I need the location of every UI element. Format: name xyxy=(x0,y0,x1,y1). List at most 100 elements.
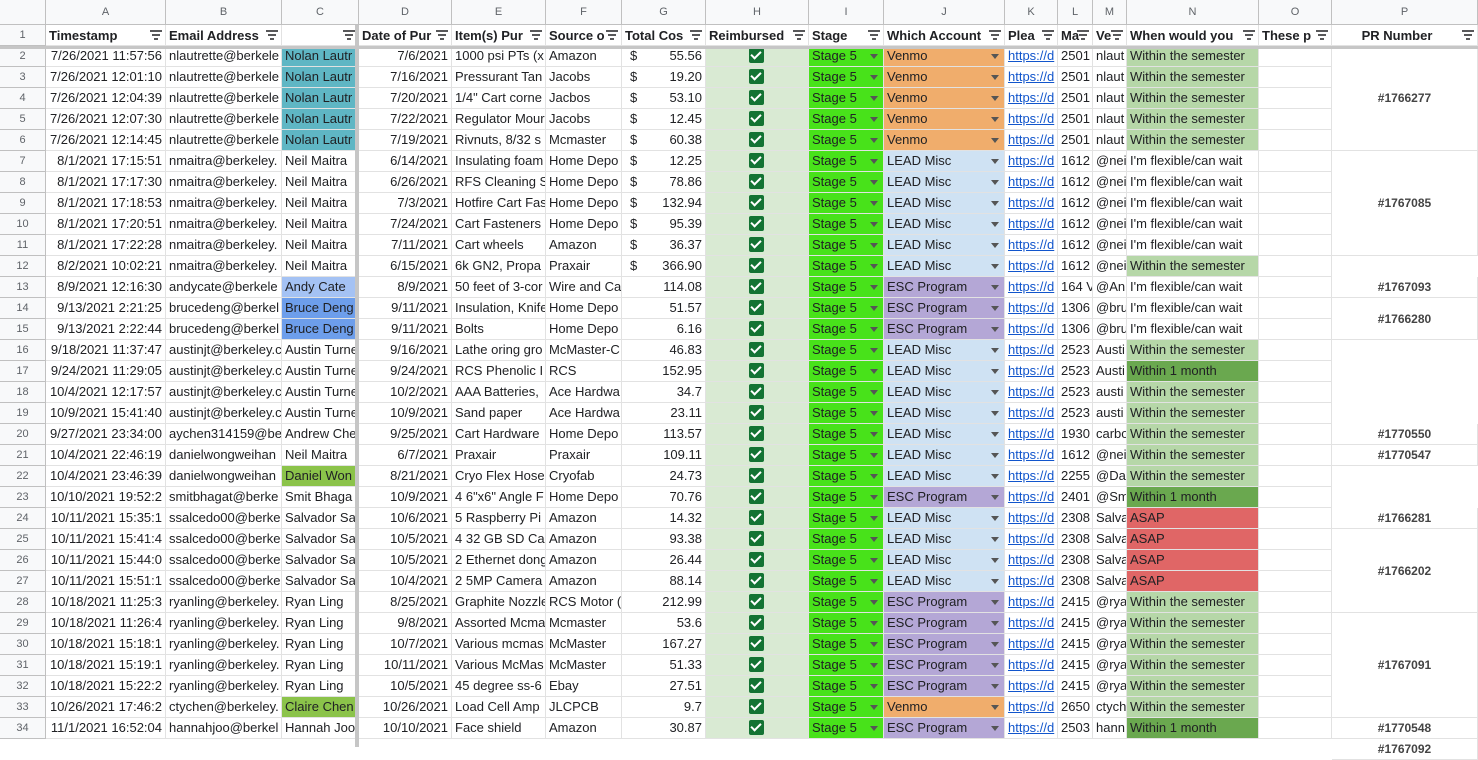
dropdown-arrow-icon[interactable] xyxy=(991,348,999,353)
dropdown-arrow-icon[interactable] xyxy=(870,432,878,437)
reimbursed-cell[interactable] xyxy=(706,382,809,403)
timeline-cell[interactable]: ASAP xyxy=(1127,508,1259,529)
timeline-cell[interactable]: I'm flexible/can wait xyxy=(1127,298,1259,319)
timestamp-cell[interactable]: 10/18/2021 15:19:1 xyxy=(46,655,166,676)
email-cell[interactable]: nmaitra@berkeley. xyxy=(166,256,282,277)
reimbursed-cell[interactable] xyxy=(706,340,809,361)
source-cell[interactable]: Praxair xyxy=(546,445,622,466)
column-header-d[interactable]: D xyxy=(359,0,452,25)
purchase-date-cell[interactable]: 7/3/2021 xyxy=(359,193,452,214)
items-cell[interactable]: 5 Raspberry Pi xyxy=(452,508,546,529)
row-header[interactable]: 1 xyxy=(0,25,46,46)
notes-cell[interactable] xyxy=(1259,46,1332,67)
total-cost-cell[interactable]: 51.33 xyxy=(622,655,706,676)
timestamp-cell[interactable]: 10/4/2021 23:46:39 xyxy=(46,466,166,487)
checkbox-checked-icon[interactable] xyxy=(749,531,764,546)
dropdown-arrow-icon[interactable] xyxy=(991,621,999,626)
column-header-i[interactable]: I xyxy=(809,0,884,25)
stage-cell[interactable]: Stage 5 xyxy=(809,718,884,739)
dropdown-arrow-icon[interactable] xyxy=(870,243,878,248)
name-cell[interactable]: Ryan Ling xyxy=(282,592,359,613)
ma-cell[interactable]: 2255 xyxy=(1058,466,1093,487)
account-cell[interactable]: LEAD Misc xyxy=(884,424,1005,445)
link-cell[interactable]: https://d xyxy=(1005,109,1058,130)
venmo-handle-cell[interactable]: nlaut xyxy=(1093,109,1127,130)
email-cell[interactable]: nlautrette@berkele xyxy=(166,109,282,130)
email-cell[interactable]: ssalcedo00@berke xyxy=(166,550,282,571)
account-cell[interactable]: LEAD Misc xyxy=(884,340,1005,361)
link-cell[interactable]: https://d xyxy=(1005,613,1058,634)
timeline-cell[interactable]: Within the semester xyxy=(1127,130,1259,151)
items-cell[interactable]: 45 degree ss-6 xyxy=(452,676,546,697)
timestamp-cell[interactable]: 10/18/2021 15:22:2 xyxy=(46,676,166,697)
email-cell[interactable]: ssalcedo00@berke xyxy=(166,571,282,592)
timeline-cell[interactable]: Within the semester xyxy=(1127,445,1259,466)
items-cell[interactable]: Cryo Flex Hose xyxy=(452,466,546,487)
reimbursed-cell[interactable] xyxy=(706,571,809,592)
timeline-cell[interactable]: ASAP xyxy=(1127,571,1259,592)
venmo-handle-cell[interactable]: @Da xyxy=(1093,466,1127,487)
reimbursed-cell[interactable] xyxy=(706,676,809,697)
total-cost-cell[interactable]: 70.76 xyxy=(622,487,706,508)
name-cell[interactable]: Neil Maitra xyxy=(282,235,359,256)
venmo-handle-cell[interactable]: @nei xyxy=(1093,193,1127,214)
total-cost-cell[interactable]: $12.45 xyxy=(622,109,706,130)
venmo-handle-cell[interactable]: nlaut xyxy=(1093,130,1127,151)
name-cell[interactable]: Austin Turne xyxy=(282,403,359,424)
purchase-date-cell[interactable]: 7/6/2021 xyxy=(359,46,452,67)
reimbursed-cell[interactable] xyxy=(706,298,809,319)
name-cell[interactable]: Neil Maitra xyxy=(282,151,359,172)
ma-cell[interactable]: 1612 xyxy=(1058,172,1093,193)
items-cell[interactable]: RFS Cleaning S xyxy=(452,172,546,193)
source-cell[interactable]: Amazon xyxy=(546,571,622,592)
link-cell[interactable]: https://d xyxy=(1005,172,1058,193)
dropdown-arrow-icon[interactable] xyxy=(870,348,878,353)
timestamp-cell[interactable]: 9/13/2021 2:22:44 xyxy=(46,319,166,340)
name-cell[interactable]: Daniel Won xyxy=(282,466,359,487)
ma-cell[interactable]: 2308 xyxy=(1058,571,1093,592)
account-cell[interactable]: LEAD Misc xyxy=(884,382,1005,403)
items-cell[interactable]: 2 Ethernet dong xyxy=(452,550,546,571)
timestamp-cell[interactable]: 10/26/2021 17:46:2 xyxy=(46,697,166,718)
name-cell[interactable]: Claire Chen xyxy=(282,697,359,718)
dropdown-arrow-icon[interactable] xyxy=(870,684,878,689)
filter-icon[interactable] xyxy=(1462,30,1474,41)
email-cell[interactable]: nmaitra@berkeley. xyxy=(166,151,282,172)
venmo-handle-cell[interactable]: Salva xyxy=(1093,571,1127,592)
link-cell[interactable]: https://d xyxy=(1005,382,1058,403)
dropdown-arrow-icon[interactable] xyxy=(991,726,999,731)
timestamp-cell[interactable]: 8/1/2021 17:22:28 xyxy=(46,235,166,256)
stage-cell[interactable]: Stage 5 xyxy=(809,172,884,193)
email-cell[interactable]: austinjt@berkeley.c xyxy=(166,403,282,424)
source-cell[interactable]: McMaster xyxy=(546,655,622,676)
purchase-date-cell[interactable]: 10/7/2021 xyxy=(359,634,452,655)
source-cell[interactable]: Amazon xyxy=(546,529,622,550)
venmo-handle-cell[interactable]: @nei xyxy=(1093,214,1127,235)
timestamp-cell[interactable]: 7/26/2021 12:14:45 xyxy=(46,130,166,151)
link-cell[interactable]: https://d xyxy=(1005,424,1058,445)
checkbox-checked-icon[interactable] xyxy=(749,678,764,693)
checkbox-checked-icon[interactable] xyxy=(749,300,764,315)
name-cell[interactable]: Austin Turne xyxy=(282,361,359,382)
name-cell[interactable]: Andy Cate xyxy=(282,277,359,298)
dropdown-arrow-icon[interactable] xyxy=(991,474,999,479)
name-cell[interactable]: Ryan Ling xyxy=(282,676,359,697)
row-header[interactable]: 34 xyxy=(0,718,46,739)
stage-cell[interactable]: Stage 5 xyxy=(809,109,884,130)
ma-cell[interactable]: 2501 xyxy=(1058,67,1093,88)
row-header[interactable]: 28 xyxy=(0,592,46,613)
timeline-cell[interactable]: Within the semester xyxy=(1127,466,1259,487)
reimbursed-cell[interactable] xyxy=(706,172,809,193)
email-cell[interactable]: brucedeng@berkel xyxy=(166,298,282,319)
select-all-corner[interactable] xyxy=(0,0,46,25)
email-cell[interactable]: andycate@berkele xyxy=(166,277,282,298)
timestamp-cell[interactable]: 10/4/2021 22:46:19 xyxy=(46,445,166,466)
row-header[interactable]: 3 xyxy=(0,67,46,88)
purchase-date-cell[interactable]: 6/7/2021 xyxy=(359,445,452,466)
link-cell[interactable]: https://d xyxy=(1005,718,1058,739)
stage-cell[interactable]: Stage 5 xyxy=(809,655,884,676)
dropdown-arrow-icon[interactable] xyxy=(991,558,999,563)
reimbursed-cell[interactable] xyxy=(706,424,809,445)
purchase-date-cell[interactable]: 10/9/2021 xyxy=(359,403,452,424)
notes-cell[interactable] xyxy=(1259,235,1332,256)
